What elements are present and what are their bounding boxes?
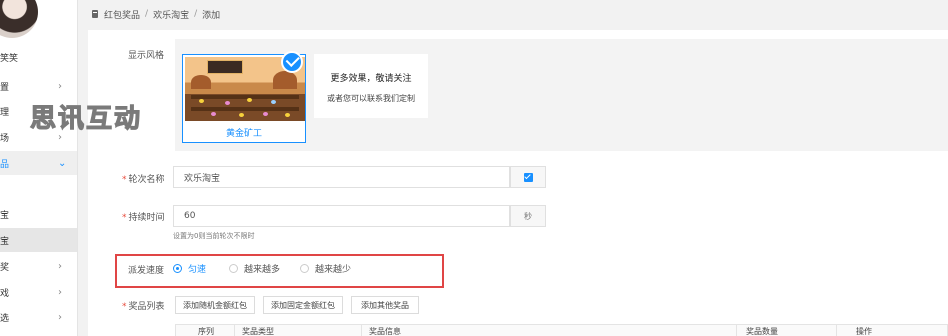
column-header: 奖品信息 — [369, 327, 401, 336]
speed-option-label: 越来越多 — [244, 265, 281, 275]
home-icon — [91, 10, 99, 18]
duration-hint: 设置为0则当前轮次不限时 — [173, 232, 255, 240]
checkbox-checked-icon[interactable] — [523, 172, 533, 182]
sidebar-item-label: 品 — [0, 159, 10, 170]
breadcrumb-item[interactable]: 红包奖品 — [104, 8, 140, 21]
theme-card-gold-miner[interactable]: 黄金矿工 — [182, 51, 306, 143]
round-name-addon[interactable] — [510, 166, 546, 188]
add-random-red-packet-button[interactable]: 添加随机金额红包 — [175, 296, 255, 314]
avatar[interactable] — [0, 0, 38, 38]
column-header: 操作 — [856, 327, 872, 336]
chevron-right-icon: › — [58, 80, 62, 92]
sidebar-item-label: 选 — [0, 313, 10, 324]
sidebar-item-label: 理 — [0, 107, 10, 118]
speed-label: 派发速度 — [128, 266, 165, 276]
speed-option-increasing[interactable]: 越来越多 — [229, 262, 280, 275]
column-header: 奖品类型 — [242, 327, 274, 336]
breadcrumb: 红包奖品 / 欢乐淘宝 / 添加 — [91, 6, 220, 22]
radio-checked-icon[interactable] — [173, 264, 182, 273]
sidebar-item-label: 置 — [0, 82, 10, 93]
round-name-label: * 轮次名称 — [122, 175, 165, 185]
speed-option-uniform[interactable]: 匀速 — [173, 262, 206, 275]
more-styles-card: 更多效果，敬请关注 或者您可以联系我们定制 — [314, 54, 428, 118]
sidebar-item-label: 戏 — [0, 288, 10, 299]
duration-input[interactable]: 60 — [173, 205, 510, 227]
style-options: 黄金矿工 更多效果，敬请关注 或者您可以联系我们定制 — [175, 39, 948, 151]
sidebar: 笑笑 置 › 理 场 › 品 ⌄ 宝 宝 奖 › 戏 › 选 › — [0, 0, 78, 336]
more-styles-title: 更多效果，敬请关注 — [330, 74, 412, 84]
theme-name: 黄金矿工 — [225, 129, 262, 139]
username: 笑笑 — [0, 54, 19, 64]
radio-unchecked-icon[interactable] — [229, 264, 238, 273]
chevron-down-icon: ⌄ — [58, 157, 67, 169]
sidebar-item-lottery[interactable]: 奖 › — [0, 254, 77, 278]
column-header: 序列 — [198, 327, 214, 336]
prize-list-label: * 奖品列表 — [122, 302, 165, 312]
add-fixed-red-packet-button[interactable]: 添加固定金额红包 — [263, 296, 343, 314]
sidebar-item-label: 奖 — [0, 262, 10, 273]
speed-option-label: 匀速 — [188, 265, 207, 275]
breadcrumb-item[interactable]: 欢乐淘宝 — [153, 8, 189, 21]
form-panel: 显示风格 黄金矿工 更多效果，敬请关注 或者您可以联系我们定制 * 轮次名称 欢… — [88, 30, 948, 336]
add-other-prize-button[interactable]: 添加其他奖品 — [351, 296, 419, 314]
sidebar-item-settings[interactable]: 置 › — [0, 74, 77, 98]
sidebar-item-label: 宝 — [0, 210, 10, 221]
radio-unchecked-icon[interactable] — [300, 264, 309, 273]
column-header: 奖品数量 — [746, 327, 778, 336]
breadcrumb-separator: / — [194, 9, 198, 19]
duration-label: * 持续时间 — [122, 213, 165, 223]
style-label: 显示风格 — [128, 51, 165, 61]
sidebar-subitem-happy-taobao[interactable]: 宝 — [0, 228, 77, 252]
speed-option-label: 越来越少 — [315, 265, 352, 275]
chevron-right-icon: › — [58, 260, 62, 272]
speed-option-decreasing[interactable]: 越来越少 — [300, 262, 351, 275]
more-styles-subtitle: 或者您可以联系我们定制 — [327, 94, 415, 103]
breadcrumb-item-current: 添加 — [202, 10, 221, 21]
breadcrumb-separator: / — [145, 9, 149, 19]
chevron-right-icon: › — [58, 311, 62, 323]
sidebar-item-label: 场 — [0, 133, 10, 144]
prize-table-header: 序列 奖品类型 奖品信息 奖品数量 操作 — [175, 324, 948, 336]
check-icon — [281, 51, 303, 73]
duration-unit: 秒 — [510, 205, 546, 227]
sidebar-item-prizes[interactable]: 品 ⌄ — [0, 151, 77, 175]
sidebar-item-label: 宝 — [0, 236, 10, 247]
round-name-input[interactable]: 欢乐淘宝 — [173, 166, 510, 188]
sidebar-item-games[interactable]: 戏 › — [0, 280, 77, 304]
sidebar-item-select[interactable]: 选 › — [0, 305, 77, 329]
sidebar-subitem-taobao[interactable]: 宝 — [0, 202, 77, 226]
chevron-right-icon: › — [58, 286, 62, 298]
watermark: 思讯互动 — [29, 103, 143, 134]
